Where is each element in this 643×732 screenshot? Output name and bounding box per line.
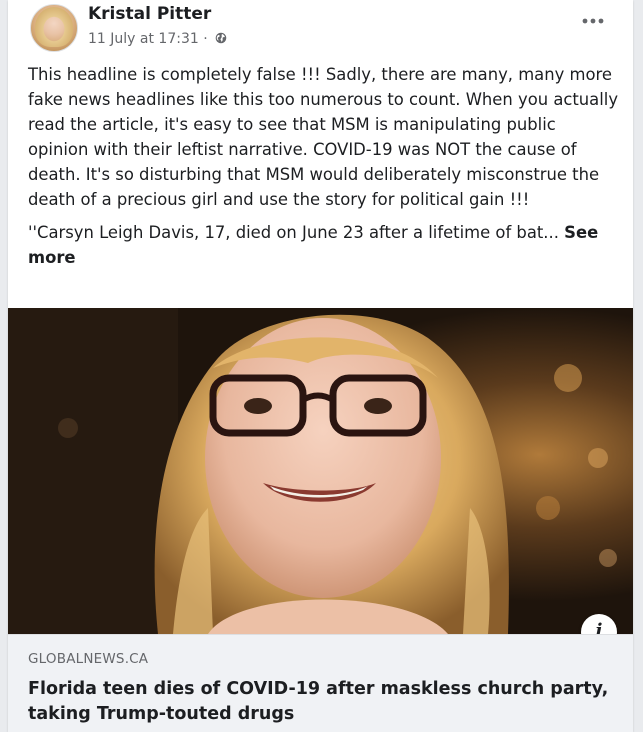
quote-preview: ''Carsyn Leigh Davis, 17, died on June 2… (28, 223, 559, 242)
post-meta: 11 July at 17:31 · (88, 31, 227, 47)
link-preview-image[interactable] (8, 308, 633, 634)
post-timestamp[interactable]: 11 July at 17:31 (88, 31, 199, 47)
post-body: This headline is completely false !!! Sa… (28, 65, 619, 209)
more-options-icon (582, 18, 604, 24)
link-footer[interactable]: GLOBALNEWS.CA Florida teen dies of COVID… (8, 634, 633, 732)
meta-separator: · (203, 31, 208, 47)
more-options-button[interactable] (576, 6, 608, 38)
post-header: Kristal Pitter 11 July at 17:31 · (8, 0, 633, 60)
avatar-image (35, 7, 73, 47)
globe-icon[interactable] (215, 32, 227, 44)
author-name[interactable]: Kristal Pitter (88, 4, 211, 24)
avatar[interactable] (30, 4, 78, 52)
link-domain: GLOBALNEWS.CA (28, 651, 149, 667)
post-text: This headline is completely false !!! Sa… (28, 62, 620, 278)
post-card: Kristal Pitter 11 July at 17:31 · This h… (8, 0, 633, 732)
link-title[interactable]: Florida teen dies of COVID-19 after mask… (28, 677, 624, 727)
post-quote: ''Carsyn Leigh Davis, 17, died on June 2… (28, 220, 620, 270)
article-photo (8, 308, 633, 634)
